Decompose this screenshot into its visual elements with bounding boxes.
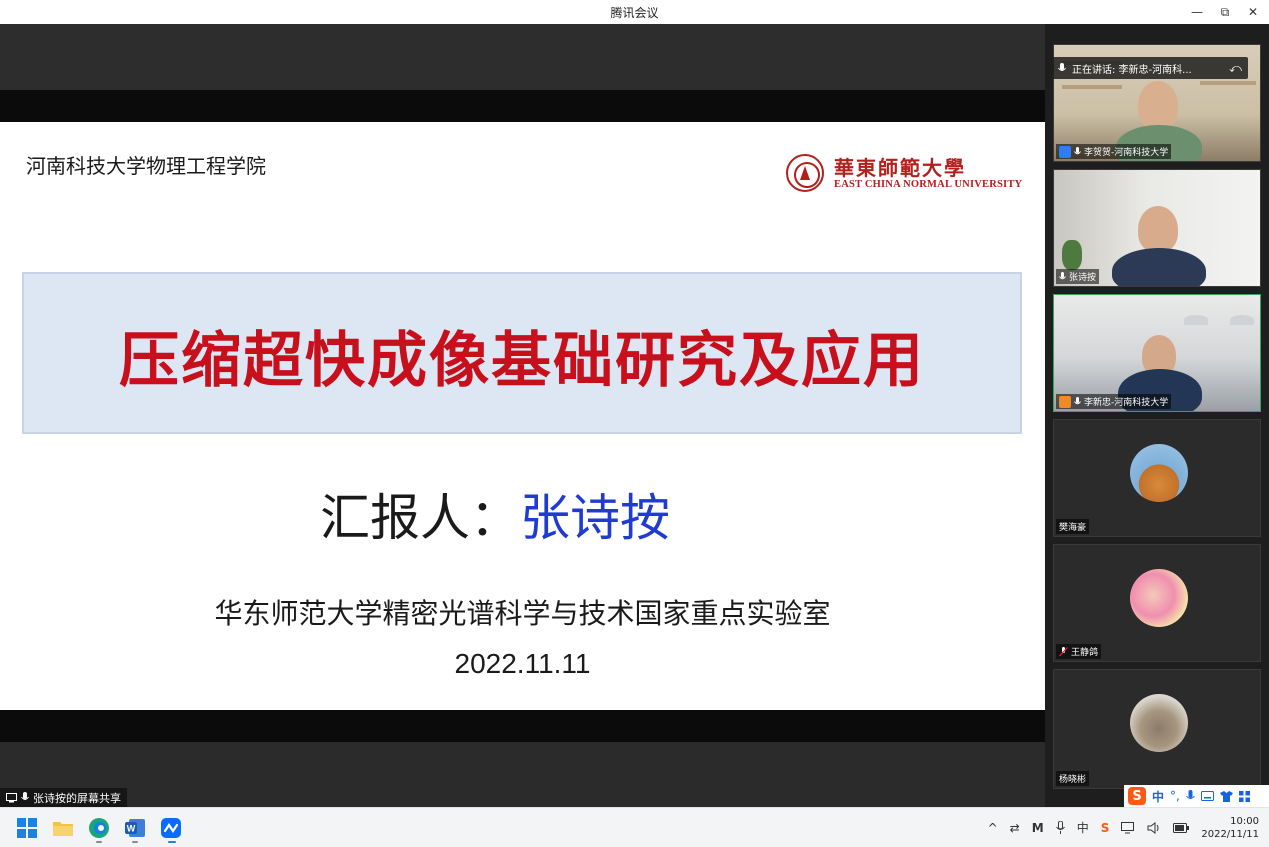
window-title: 腾讯会议 — [610, 6, 659, 20]
restore-button[interactable]: ⧉ — [1215, 2, 1235, 22]
screen-share-icon — [6, 792, 17, 802]
running-indicator — [96, 841, 102, 843]
logo-en-text: EAST CHINA NORMAL UNIVERSITY — [834, 179, 1023, 190]
participant-face — [1138, 81, 1178, 129]
participant-label: 樊海豪 — [1056, 519, 1090, 534]
lamp-decor — [1230, 315, 1254, 325]
microphone-icon — [21, 792, 29, 800]
lamp-decor — [1184, 315, 1208, 325]
participant-label: 张诗按 — [1056, 269, 1100, 284]
avatar — [1130, 694, 1188, 752]
speaker-icon[interactable] — [1147, 821, 1161, 834]
sogou-tray-icon[interactable]: S — [1101, 821, 1110, 835]
participant-tile[interactable]: 樊海豪 — [1053, 419, 1261, 537]
close-button[interactable]: ✕ — [1243, 2, 1263, 22]
reporter-line: 汇报人：张诗按 — [320, 478, 670, 550]
avatar — [1130, 444, 1188, 502]
title-bar: 腾讯会议 — ⧉ ✕ — [0, 0, 1269, 24]
clock-time: 10:00 — [1230, 815, 1259, 827]
keyboard-icon[interactable] — [1200, 791, 1214, 801]
background-shelf — [1062, 85, 1122, 89]
screen-share-label: 张诗按的屏幕共享 — [33, 791, 121, 805]
file-explorer-icon[interactable] — [52, 817, 74, 839]
letterbox-top — [0, 90, 1045, 122]
plant-decor — [1062, 240, 1082, 270]
participant-name: 杨晓彬 — [1059, 775, 1087, 785]
logo-cn-text: 華東師範大學 — [834, 156, 966, 180]
windows-start-icon[interactable] — [16, 817, 38, 839]
word-icon[interactable]: W — [124, 817, 146, 839]
speaking-indicator: 正在讲话: 李新忠-河南科... ⤺ — [1050, 57, 1248, 79]
microphone-icon — [1058, 62, 1066, 71]
collapse-arrow-icon[interactable]: ⤺ — [1229, 61, 1242, 76]
slide-title: 压缩超快成像基础研究及应用 — [119, 326, 925, 396]
system-tray: ^ ⇄ M 中 S 10:00 2022/11/11 — [988, 808, 1269, 847]
host-icon — [1059, 145, 1071, 158]
taskbar: W ^ ⇄ M 中 S 10:00 2022/11/11 — [0, 807, 1269, 847]
clock-date: 2022/11/11 — [1201, 828, 1259, 840]
network-arrows-icon[interactable]: ⇄ — [1010, 821, 1020, 835]
participant-tile[interactable]: 杨晓彬 — [1053, 669, 1261, 789]
participant-name: 樊海豪 — [1059, 523, 1087, 533]
participant-panel: 李贺贺-河南科技大学 张诗按 李新忠-河南科技大学 樊海豪 王静鸽 杨晓彬 — [1045, 24, 1269, 807]
participant-label: 李贺贺-河南科技大学 — [1056, 144, 1172, 159]
running-indicator — [132, 841, 138, 843]
participant-tile-active-speaker[interactable]: 李新忠-河南科技大学 — [1053, 294, 1261, 412]
active-indicator — [168, 841, 176, 843]
edge-browser-icon[interactable] — [88, 817, 110, 839]
slide-date: 2022.11.11 — [454, 648, 591, 679]
input-method-icon[interactable]: 中 — [1077, 819, 1089, 836]
voice-input-icon[interactable] — [1185, 790, 1195, 802]
ime-toolbar[interactable]: S 中 °, — [1124, 785, 1269, 807]
clock[interactable]: 10:00 2022/11/11 — [1201, 815, 1259, 841]
tencent-meeting-icon[interactable] — [160, 817, 182, 839]
display-icon[interactable] — [1121, 821, 1135, 834]
gmail-icon[interactable]: M — [1032, 821, 1044, 835]
title-banner: 压缩超快成像基础研究及应用 — [22, 272, 1022, 434]
presentation-slide: 河南科技大学物理工程学院 華東師範大學 EAST CHINA NORMAL UN… — [0, 122, 1045, 710]
participant-face — [1138, 206, 1178, 252]
background-shelf — [1200, 81, 1256, 85]
university-logo: 華東師範大學 EAST CHINA NORMAL UNIVERSITY — [786, 152, 1026, 196]
university-seal-icon — [786, 154, 824, 192]
college-name: 河南科技大学物理工程学院 — [26, 154, 266, 178]
participant-name: 李贺贺-河南科技大学 — [1084, 148, 1169, 158]
cohost-icon — [1059, 395, 1071, 408]
sogou-logo-icon[interactable]: S — [1128, 787, 1146, 805]
window-controls: — ⧉ ✕ — [1187, 2, 1263, 22]
show-hidden-icons-icon[interactable]: ^ — [988, 821, 998, 835]
microphone-icon[interactable] — [1055, 821, 1065, 834]
svg-text:W: W — [127, 824, 136, 834]
letterbox-bottom — [0, 710, 1045, 742]
ime-punctuation[interactable]: °, — [1170, 789, 1180, 803]
speaking-text: 正在讲话: 李新忠-河南科... — [1072, 64, 1192, 76]
participant-label: 杨晓彬 — [1056, 771, 1090, 786]
participant-name: 李新忠-河南科技大学 — [1084, 398, 1169, 408]
shared-screen-area: 河南科技大学物理工程学院 華東師範大學 EAST CHINA NORMAL UN… — [0, 24, 1045, 807]
participant-name: 张诗按 — [1069, 273, 1097, 283]
toolbox-grid-icon[interactable] — [1238, 790, 1250, 802]
battery-icon[interactable] — [1173, 822, 1190, 833]
avatar — [1130, 569, 1188, 627]
microphone-icon — [1074, 396, 1081, 404]
participant-body — [1112, 248, 1206, 286]
participant-tile[interactable]: 张诗按 — [1053, 169, 1261, 287]
microphone-icon — [1074, 146, 1081, 154]
stage-top-band — [0, 24, 1045, 90]
reporter-name: 张诗按 — [520, 489, 670, 547]
minimize-button[interactable]: — — [1187, 2, 1207, 22]
microphone-muted-icon — [1059, 646, 1068, 656]
participant-tile[interactable]: 王静鸽 — [1053, 544, 1261, 662]
skin-icon[interactable] — [1219, 790, 1233, 802]
lab-name: 华东师范大学精密光谱科学与技术国家重点实验室 — [214, 597, 831, 630]
participant-name: 王静鸽 — [1071, 648, 1099, 658]
participant-label: 李新忠-河南科技大学 — [1056, 394, 1172, 409]
screen-share-indicator[interactable]: 张诗按的屏幕共享 — [0, 788, 127, 807]
reporter-label: 汇报人： — [320, 489, 520, 547]
microphone-icon — [1059, 271, 1066, 279]
ime-mode[interactable]: 中 — [1152, 788, 1164, 805]
participant-label: 王静鸽 — [1056, 644, 1102, 659]
